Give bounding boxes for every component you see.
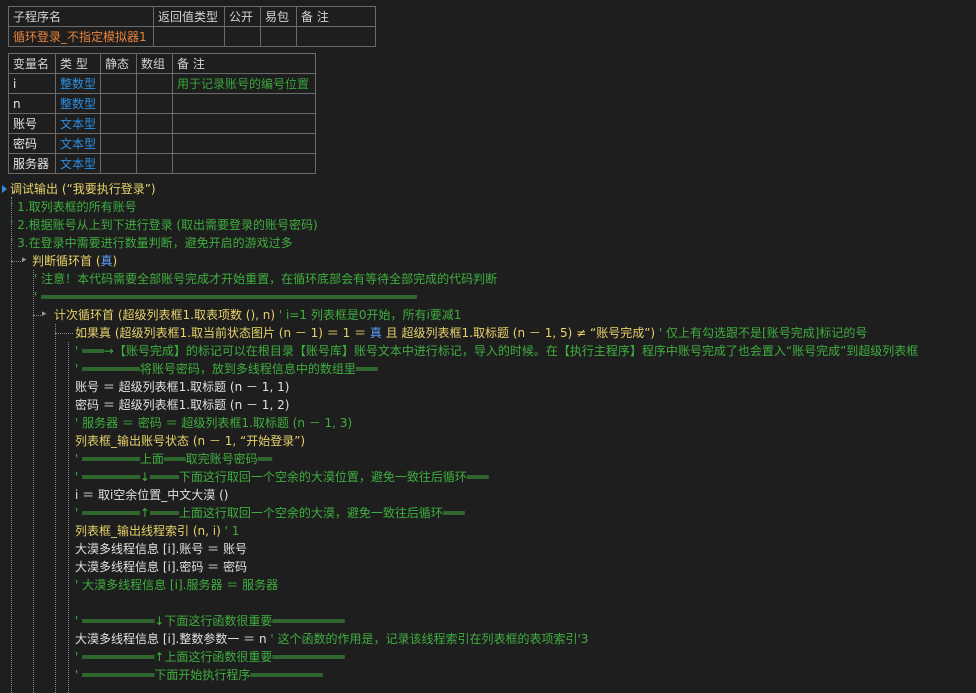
header-public: 公开 bbox=[224, 6, 261, 27]
comment-line[interactable]: ' 3.在登录中需要进行数量判断，避免开启的游戏过多 bbox=[10, 234, 293, 252]
comment-line[interactable]: ' ════════将账号密码，放到多线程信息中的数组里═══ bbox=[75, 360, 378, 378]
var-static[interactable] bbox=[100, 113, 138, 134]
subroutine-return-type[interactable] bbox=[153, 26, 225, 47]
var-remark[interactable] bbox=[172, 133, 317, 154]
var-remark[interactable] bbox=[172, 153, 317, 174]
code-line[interactable]: 调试输出 (“我要执行登录”) bbox=[10, 180, 156, 198]
code-line[interactable]: 大漠多线程信息 [i].账号 ＝ 账号 bbox=[75, 540, 247, 558]
header-var-name: 变量名 bbox=[8, 53, 56, 74]
loop-arrow-icon: ▸ bbox=[42, 309, 47, 319]
var-array[interactable] bbox=[136, 73, 174, 94]
variable-row[interactable]: i 整数型 用于记录账号的编号位置 bbox=[8, 73, 317, 94]
breakpoint-marker-icon[interactable] bbox=[2, 185, 7, 193]
subroutine-public[interactable] bbox=[224, 26, 261, 47]
header-var-remark: 备 注 bbox=[172, 53, 317, 74]
code-line[interactable]: 列表框_输出线程索引 (n, i) ' 1 bbox=[75, 522, 239, 540]
var-array[interactable] bbox=[136, 153, 174, 174]
variable-header-row: 变量名 类 型 静态 数组 备 注 bbox=[8, 53, 317, 74]
var-name[interactable]: n bbox=[8, 93, 56, 114]
comment-line[interactable]: ' ══════════下面开始执行程序══════════ bbox=[75, 666, 323, 684]
variable-table: 变量名 类 型 静态 数组 备 注 i 整数型 用于记录账号的编号位置 n 整数… bbox=[8, 53, 317, 174]
debug-output-call: 调试输出 (“我要执行登录”) bbox=[10, 182, 156, 196]
subroutine-table: 子程序名 返回值类型 公开 易包 备 注 循环登录_不指定模拟器1 bbox=[8, 6, 376, 47]
comment-line[interactable]: ' 服务器 ＝ 密码 ＝ 超级列表框1.取标题 (n － 1, 3) bbox=[75, 414, 352, 432]
guide-line-loop2 bbox=[55, 324, 56, 693]
var-static[interactable] bbox=[100, 73, 138, 94]
inline-comment: ' 1 bbox=[224, 524, 240, 538]
variable-row[interactable]: 账号 文本型 bbox=[8, 113, 317, 134]
guide-line-loop1 bbox=[33, 270, 34, 693]
comment-line[interactable]: ' 注意！本代码需要全部账号完成才开始重置，在循环底部会有等待全部完成的代码判断 bbox=[34, 270, 497, 288]
if-condition-rest: 且 超级列表框1.取标题 (n － 1, 5) ≠ “账号完成”) bbox=[381, 326, 656, 340]
code-line[interactable]: 计次循环首 (超级列表框1.取表项数 (), n) ' i=1 列表框是0开始，… bbox=[54, 306, 461, 324]
var-name[interactable]: 服务器 bbox=[8, 153, 56, 174]
var-type[interactable]: 整数型 bbox=[54, 93, 102, 114]
comment-line[interactable]: ' ══════════↑上面这行函数很重要══════════ bbox=[75, 648, 345, 666]
subroutine-row[interactable]: 循环登录_不指定模拟器1 bbox=[8, 26, 376, 47]
comment-line[interactable]: ' ════════↓════下面这行取回一个空余的大漠位置，避免一致往后循环═… bbox=[75, 468, 489, 486]
subroutine-name[interactable]: 循环登录_不指定模拟器1 bbox=[8, 26, 154, 47]
header-var-array: 数组 bbox=[136, 53, 174, 74]
variable-row[interactable]: n 整数型 bbox=[8, 93, 317, 114]
var-name[interactable]: 账号 bbox=[8, 113, 56, 134]
inline-comment: ' 这个函数的作用是，记录该线程索引在列表框的表项索引'3 bbox=[270, 632, 589, 646]
var-array[interactable] bbox=[136, 133, 174, 154]
variable-row[interactable]: 服务器 文本型 bbox=[8, 153, 317, 174]
code-line[interactable]: 大漠多线程信息 [i].密码 ＝ 密码 bbox=[75, 558, 247, 576]
guide-branch bbox=[55, 333, 73, 334]
var-remark[interactable] bbox=[172, 93, 317, 114]
variable-row[interactable]: 密码 文本型 bbox=[8, 133, 317, 154]
assignment: 大漠多线程信息 [i].整数参数一 ＝ n bbox=[75, 632, 267, 646]
header-subroutine-name: 子程序名 bbox=[8, 6, 154, 27]
header-easy-pack: 易包 bbox=[260, 6, 297, 27]
var-static[interactable] bbox=[100, 133, 138, 154]
comment-line[interactable]: ' ═══→【账号完成】的标记可以在根目录【账号库】账号文本中进行标记，导入的时… bbox=[75, 342, 918, 360]
if-condition: 如果真 (超级列表框1.取当前状态图片 (n － 1) ＝ 1 ＝ bbox=[75, 326, 370, 340]
guide-line-if bbox=[68, 342, 69, 693]
code-line[interactable]: 密码 ＝ 超级列表框1.取标题 (n － 1, 2) bbox=[75, 396, 289, 414]
code-line[interactable]: 如果真 (超级列表框1.取当前状态图片 (n － 1) ＝ 1 ＝ 真 且 超级… bbox=[75, 324, 867, 342]
subroutine-header-row: 子程序名 返回值类型 公开 易包 备 注 bbox=[8, 6, 376, 27]
inline-comment: ' 仅上有勾选跟不是[账号完成]标记的号 bbox=[658, 326, 868, 340]
while-loop-keyword: 判断循环首 ( bbox=[32, 254, 101, 268]
comment-line[interactable]: ' ════════上面═══取完账号密码══ bbox=[75, 450, 272, 468]
comment-line[interactable]: ' 2.根据账号从上到下进行登录 (取出需要登录的账号密码) bbox=[10, 216, 318, 234]
comment-line[interactable]: ' 1.取列表框的所有账号 bbox=[10, 198, 137, 216]
paren: ) bbox=[112, 254, 118, 268]
output-thread-index-call: 列表框_输出线程索引 (n, i) bbox=[75, 524, 221, 538]
header-var-static: 静态 bbox=[100, 53, 138, 74]
code-line[interactable]: 大漠多线程信息 [i].整数参数一 ＝ n ' 这个函数的作用是，记录该线程索引… bbox=[75, 630, 588, 648]
var-name[interactable]: i bbox=[8, 73, 56, 94]
code-line[interactable]: 判断循环首 (真) bbox=[32, 252, 117, 270]
var-static[interactable] bbox=[100, 93, 138, 114]
loop-arrow-icon: ▸ bbox=[22, 255, 27, 265]
var-name[interactable]: 密码 bbox=[8, 133, 56, 154]
header-remark: 备 注 bbox=[296, 6, 376, 27]
comment-line[interactable]: ' 大漠多线程信息 [i].服务器 ＝ 服务器 bbox=[75, 576, 278, 594]
code-line[interactable]: i ＝ 取i空余位置_中文大漠 () bbox=[75, 486, 228, 504]
inline-comment: ' i=1 列表框是0开始，所有i要减1 bbox=[278, 308, 462, 322]
var-type[interactable]: 文本型 bbox=[54, 113, 102, 134]
var-array[interactable] bbox=[136, 113, 174, 134]
subroutine-remark[interactable] bbox=[296, 26, 376, 47]
header-return-type: 返回值类型 bbox=[153, 6, 225, 27]
comment-line[interactable]: ' ══════════↓下面这行函数很重要══════════ bbox=[75, 612, 345, 630]
true-literal: 真 bbox=[369, 326, 382, 340]
var-type[interactable]: 整数型 bbox=[54, 73, 102, 94]
code-line[interactable]: 列表框_输出账号状态 (n － 1, “开始登录”) bbox=[75, 432, 305, 450]
var-array[interactable] bbox=[136, 93, 174, 114]
code-line[interactable]: 账号 ＝ 超级列表框1.取标题 (n － 1, 1) bbox=[75, 378, 289, 396]
guide-line-outer bbox=[11, 197, 12, 693]
var-type[interactable]: 文本型 bbox=[54, 153, 102, 174]
true-literal: 真 bbox=[100, 254, 113, 268]
comment-line[interactable]: ' ════════↑════上面这行取回一个空余的大漠，避免一致往后循环═══ bbox=[75, 504, 465, 522]
var-remark[interactable]: 用于记录账号的编号位置 bbox=[172, 73, 317, 94]
subroutine-easy-pack[interactable] bbox=[260, 26, 297, 47]
comment-line[interactable]: ' ══════════════════════════════════════… bbox=[34, 288, 417, 306]
counted-loop-call: 计次循环首 (超级列表框1.取表项数 (), n) bbox=[54, 308, 276, 322]
var-static[interactable] bbox=[100, 153, 138, 174]
header-var-type: 类 型 bbox=[54, 53, 102, 74]
var-remark[interactable] bbox=[172, 113, 317, 134]
var-type[interactable]: 文本型 bbox=[54, 133, 102, 154]
